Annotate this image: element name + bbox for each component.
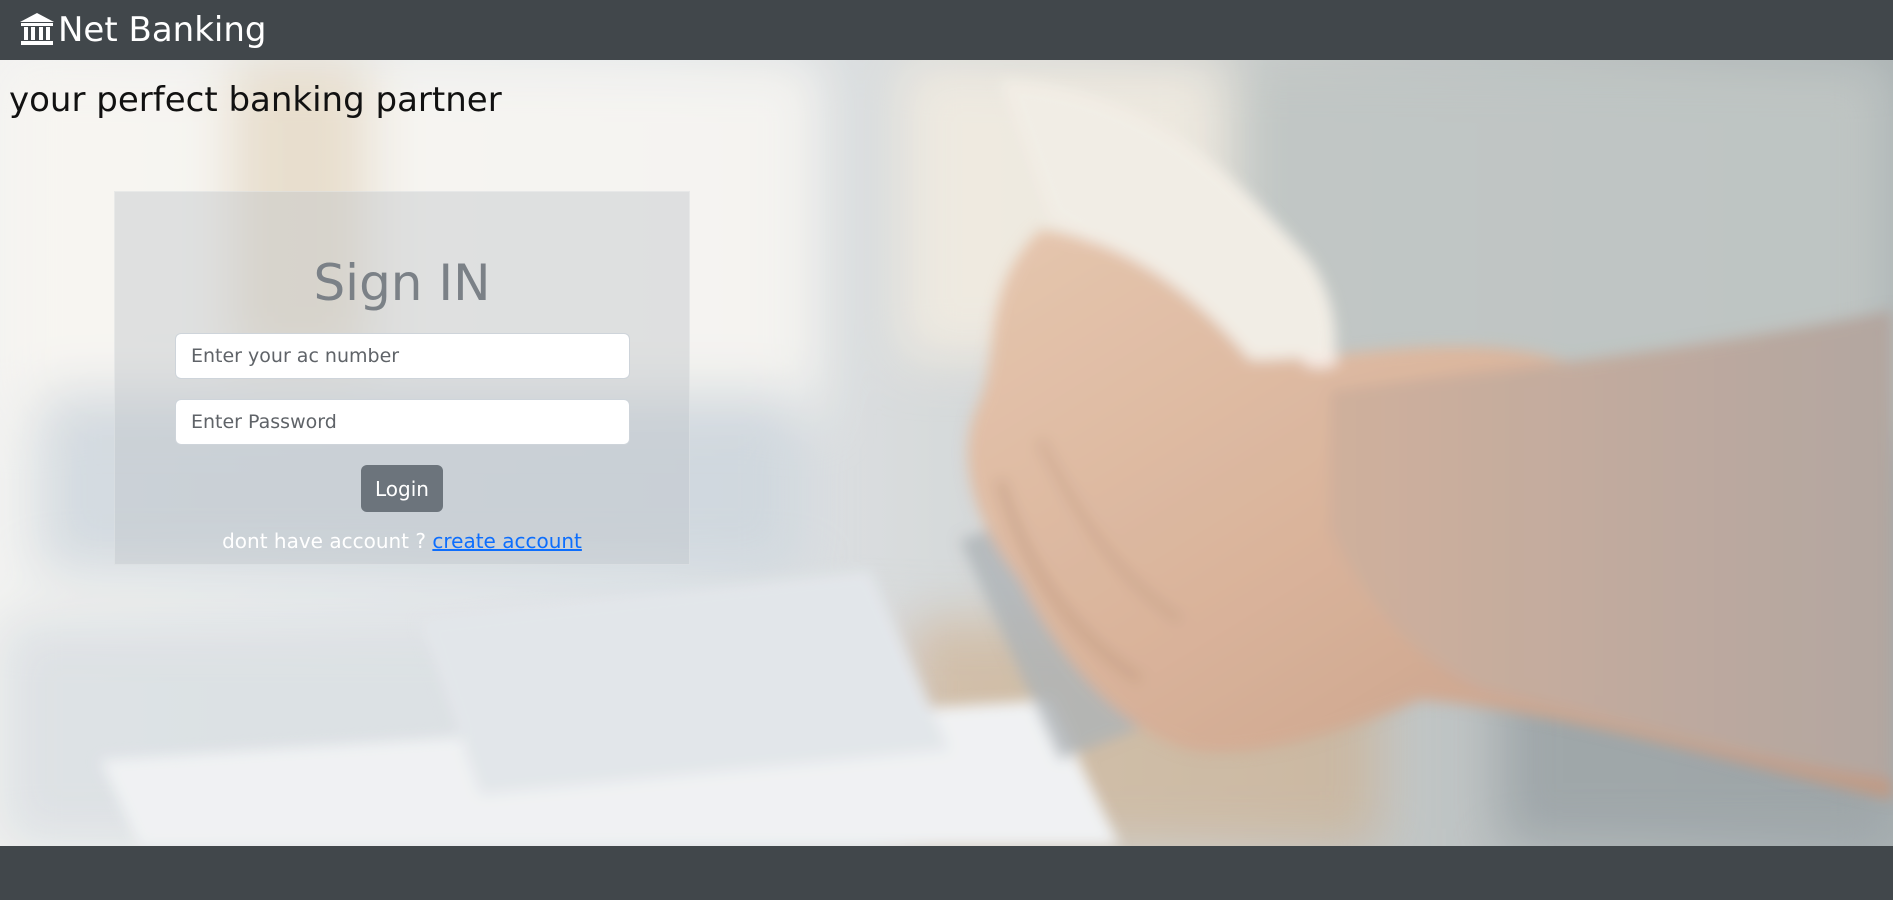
- login-button[interactable]: Login: [361, 465, 443, 512]
- navbar: Net Banking: [0, 0, 1893, 60]
- login-card: Sign IN Login dont have account ? create…: [114, 191, 690, 565]
- brand-name: Net Banking: [58, 10, 267, 50]
- account-number-input[interactable]: [175, 333, 630, 379]
- bank-icon: [20, 13, 54, 45]
- signup-prompt-line: dont have account ? create account: [115, 529, 689, 553]
- footer-bar: [0, 846, 1893, 900]
- brand-link[interactable]: Net Banking: [18, 13, 266, 47]
- tagline: your perfect banking partner: [9, 80, 502, 120]
- signup-prompt-text: dont have account ?: [222, 529, 426, 553]
- hero-section: your perfect banking partner Sign IN Log…: [0, 60, 1893, 846]
- create-account-link[interactable]: create account: [432, 529, 582, 553]
- password-input[interactable]: [175, 399, 630, 445]
- sign-in-title: Sign IN: [313, 254, 491, 312]
